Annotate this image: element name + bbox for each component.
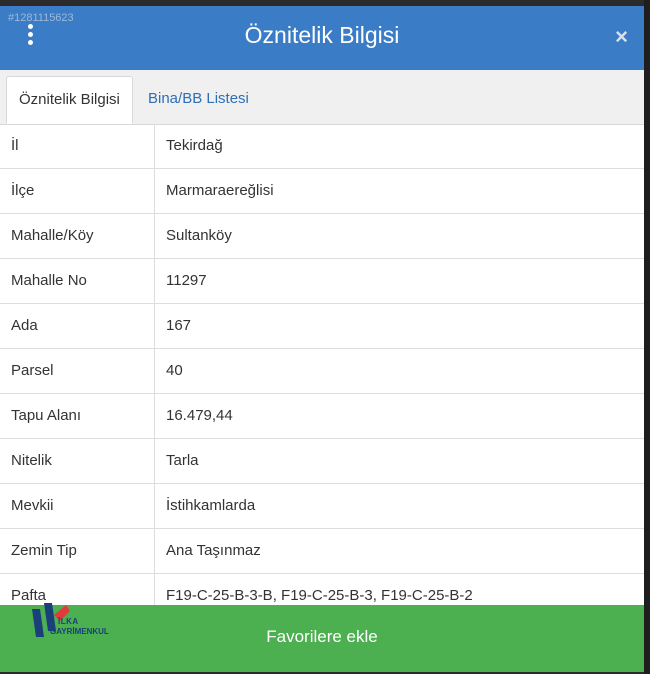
table-row: Nitelik Tarla: [0, 439, 644, 484]
table-row: İl Tekirdağ: [0, 124, 644, 169]
row-value: 40: [166, 362, 183, 379]
attribute-table: İl Tekirdağ İlçe Marmaraereğlisi Mahalle…: [0, 124, 644, 619]
table-row: Mevkii İstihkamlarda: [0, 484, 644, 529]
tab-attribute-info[interactable]: Öznitelik Bilgisi: [6, 76, 133, 124]
table-row: Mahalle No 11297: [0, 259, 644, 304]
row-value: 16.479,44: [166, 407, 233, 424]
row-value: 11297: [166, 272, 207, 289]
brand-logo: İLKA GAYRİMENKUL: [30, 601, 110, 641]
row-value: İstihkamlarda: [166, 497, 256, 514]
attribute-modal: #1281115623 Öznitelik Bilgisi × Özniteli…: [0, 6, 644, 672]
row-key: Mahalle/Köy: [0, 214, 155, 258]
row-value: Marmaraereğlisi: [166, 182, 274, 199]
table-row: Parsel 40: [0, 349, 644, 394]
tab-bar: Öznitelik Bilgisi Bina/BB Listesi: [0, 70, 644, 125]
row-key: Tapu Alanı: [0, 394, 155, 438]
row-value: Tekirdağ: [166, 137, 223, 154]
table-row: Zemin Tip Ana Taşınmaz: [0, 529, 644, 574]
table-row: Tapu Alanı 16.479,44: [0, 394, 644, 439]
row-key: Parsel: [0, 349, 155, 393]
logo-text-line1: İLKA: [58, 617, 79, 626]
row-value: Ana Taşınmaz: [166, 542, 261, 559]
table-row: Ada 167: [0, 304, 644, 349]
row-value: 167: [166, 317, 192, 334]
table-row: Mahalle/Köy Sultanköy: [0, 214, 644, 259]
row-key: Zemin Tip: [0, 529, 155, 573]
row-key: Nitelik: [0, 439, 155, 483]
row-key: Mahalle No: [0, 259, 155, 303]
modal-title: Öznitelik Bilgisi: [244, 22, 400, 48]
row-key: İlçe: [0, 169, 155, 213]
background-edge: [644, 0, 650, 674]
table-row: İlçe Marmaraereğlisi: [0, 169, 644, 214]
row-value: Tarla: [166, 452, 199, 469]
close-icon[interactable]: ×: [615, 24, 628, 50]
tab-building-list[interactable]: Bina/BB Listesi: [136, 76, 261, 124]
row-value: Sultanköy: [166, 227, 232, 244]
row-key: İl: [0, 124, 155, 168]
modal-header: #1281115623 Öznitelik Bilgisi ×: [0, 6, 644, 70]
logo-text-line2: GAYRİMENKUL: [50, 627, 109, 636]
row-key: Ada: [0, 304, 155, 348]
row-key: Mevkii: [0, 484, 155, 528]
